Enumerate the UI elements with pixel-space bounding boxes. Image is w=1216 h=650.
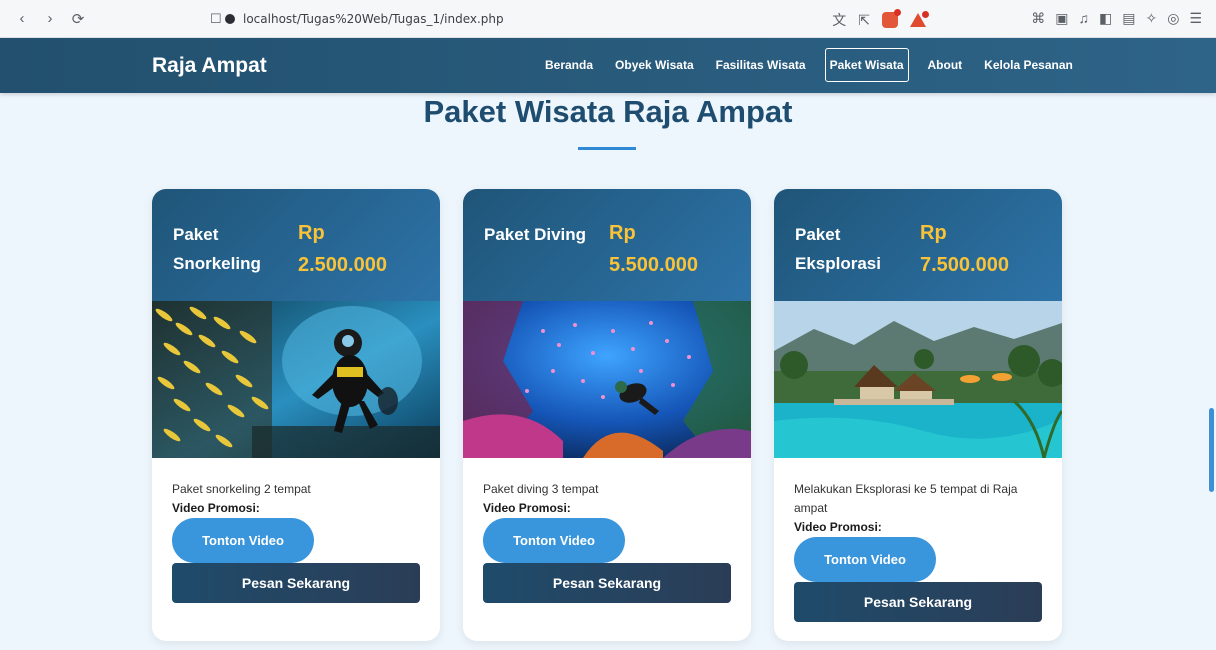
bookmark-icon[interactable]: ☐ (210, 11, 222, 27)
package-name: Paket Eksplorasi (795, 225, 881, 273)
site-info-icon[interactable] (225, 14, 235, 24)
snorkeling-photo (152, 301, 440, 458)
menu-icon[interactable]: ☰ (1189, 10, 1202, 27)
promo-label: Video Promosi: (794, 520, 882, 534)
nav-menu: Beranda Obyek Wisata Fasilitas Wisata Pa… (534, 48, 1084, 82)
nav-item-fasilitas-wisata[interactable]: Fasilitas Wisata (705, 48, 817, 82)
package-price: Rp 5.500.000 (609, 217, 698, 281)
price-currency: Rp (920, 222, 947, 244)
promo-label: Video Promosi: (172, 501, 260, 515)
card-body: Paket snorkeling 2 tempat Video Promosi:… (152, 458, 440, 603)
translate-icon[interactable]: 文 (832, 10, 846, 30)
package-name: Paket Snorkeling (173, 225, 261, 273)
resort-photo (774, 301, 1062, 458)
watch-video-button[interactable]: Tonton Video (172, 518, 314, 563)
nav-item-kelola-pesanan[interactable]: Kelola Pesanan (973, 48, 1084, 82)
card-header: Paket Eksplorasi Rp 7.500.000 (774, 189, 1062, 301)
diving-photo (463, 301, 751, 458)
leo-icon[interactable]: ✧ (1145, 10, 1157, 27)
watch-video-button[interactable]: Tonton Video (794, 537, 936, 582)
package-price: Rp 7.500.000 (920, 217, 1009, 281)
media-icon[interactable]: ♫ (1079, 10, 1090, 27)
package-description: Paket snorkeling 2 tempat (172, 482, 311, 496)
price-amount: 7.500.000 (920, 254, 1009, 276)
price-currency: Rp (609, 222, 636, 244)
package-description: Melakukan Eksplorasi ke 5 tempat di Raja… (794, 482, 1018, 515)
order-now-button[interactable]: Pesan Sekarang (172, 563, 420, 603)
package-name: Paket Diving (484, 225, 587, 244)
card-header: Paket Diving Rp 5.500.000 (463, 189, 751, 301)
nav-item-beranda[interactable]: Beranda (534, 48, 604, 82)
price-amount: 5.500.000 (609, 254, 698, 276)
package-card-snorkeling: Paket Snorkeling Rp 2.500.000 Paket snor… (152, 189, 440, 641)
price-currency: Rp (298, 222, 325, 244)
reload-icon[interactable]: ⟳ (70, 10, 86, 28)
card-body: Melakukan Eksplorasi ke 5 tempat di Raja… (774, 458, 1062, 622)
browser-toolbar: ‹ › ⟳ ☐ localhost/Tugas%20Web/Tugas_1/in… (0, 0, 1216, 38)
card-body: Paket diving 3 tempat Video Promosi: Ton… (463, 458, 751, 603)
title-underline (578, 147, 636, 150)
vpn-icon[interactable]: ◎ (1167, 10, 1179, 27)
card-header: Paket Snorkeling Rp 2.500.000 (152, 189, 440, 301)
package-price: Rp 2.500.000 (298, 217, 387, 281)
promo-label: Video Promosi: (483, 501, 571, 515)
screenshot-icon[interactable]: ▣ (1055, 10, 1068, 27)
brave-shields-icon[interactable] (882, 9, 901, 28)
nav-item-about[interactable]: About (917, 48, 974, 82)
nav-item-obyek-wisata[interactable]: Obyek Wisata (604, 48, 705, 82)
nav-item-paket-wisata[interactable]: Paket Wisata (824, 48, 909, 82)
wallet-icon[interactable]: ▤ (1122, 10, 1135, 27)
sidebar-icon[interactable]: ◧ (1099, 10, 1112, 27)
back-icon[interactable]: ‹ (14, 10, 30, 27)
share-icon[interactable]: ⇱ (858, 12, 870, 29)
brand-logo[interactable]: Raja Ampat (152, 54, 267, 78)
forward-icon[interactable]: › (42, 10, 58, 27)
order-now-button[interactable]: Pesan Sekarang (794, 582, 1042, 622)
price-amount: 2.500.000 (298, 254, 387, 276)
package-card-diving: Paket Diving Rp 5.500.000 Paket diving 3… (463, 189, 751, 641)
order-now-button[interactable]: Pesan Sekarang (483, 563, 731, 603)
site-navbar: Raja Ampat Beranda Obyek Wisata Fasilita… (0, 38, 1216, 93)
watch-video-button[interactable]: Tonton Video (483, 518, 625, 563)
extensions-icon[interactable]: ⌘ (1031, 10, 1045, 27)
package-description: Paket diving 3 tempat (483, 482, 599, 496)
package-card-eksplorasi: Paket Eksplorasi Rp 7.500.000 Melakukan … (774, 189, 1062, 641)
brave-rewards-icon[interactable] (910, 11, 929, 27)
page-title: Paket Wisata Raja Ampat (423, 94, 793, 129)
page-scrollbar[interactable] (1209, 408, 1214, 492)
address-bar-url: localhost/Tugas%20Web/Tugas_1/index.php (243, 12, 504, 26)
